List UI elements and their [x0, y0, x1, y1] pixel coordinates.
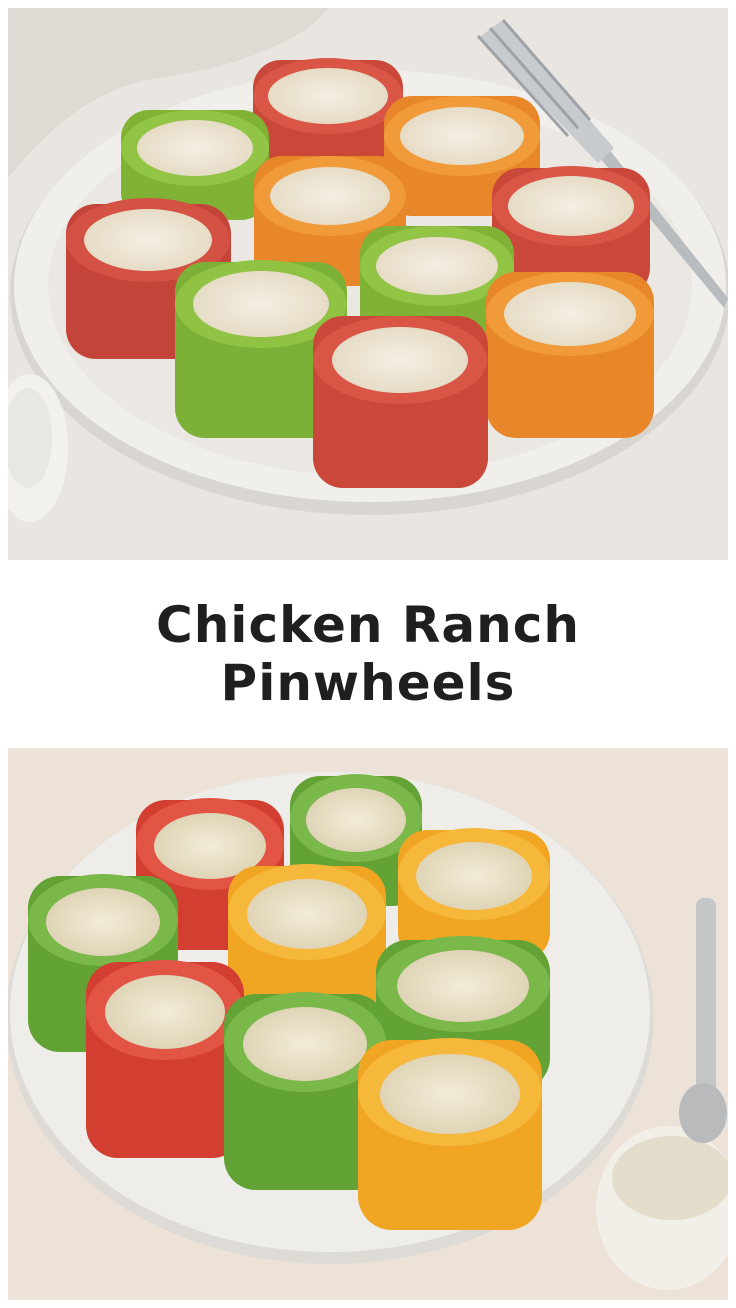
photo-top	[8, 8, 728, 560]
pinwheel	[358, 1038, 542, 1230]
pinwheel	[86, 960, 244, 1158]
photo-bottom-illustration	[8, 748, 728, 1300]
pinwheel	[313, 316, 488, 488]
photo-top-illustration	[8, 8, 728, 560]
title-banner: Chicken Ranch Pinwheels	[0, 560, 736, 748]
pinwheel	[486, 272, 654, 438]
pinwheel	[253, 58, 403, 170]
photo-bottom	[8, 748, 728, 1300]
recipe-title-line-2: Pinwheels	[220, 654, 516, 712]
recipe-title-line-1: Chicken Ranch	[156, 596, 580, 654]
